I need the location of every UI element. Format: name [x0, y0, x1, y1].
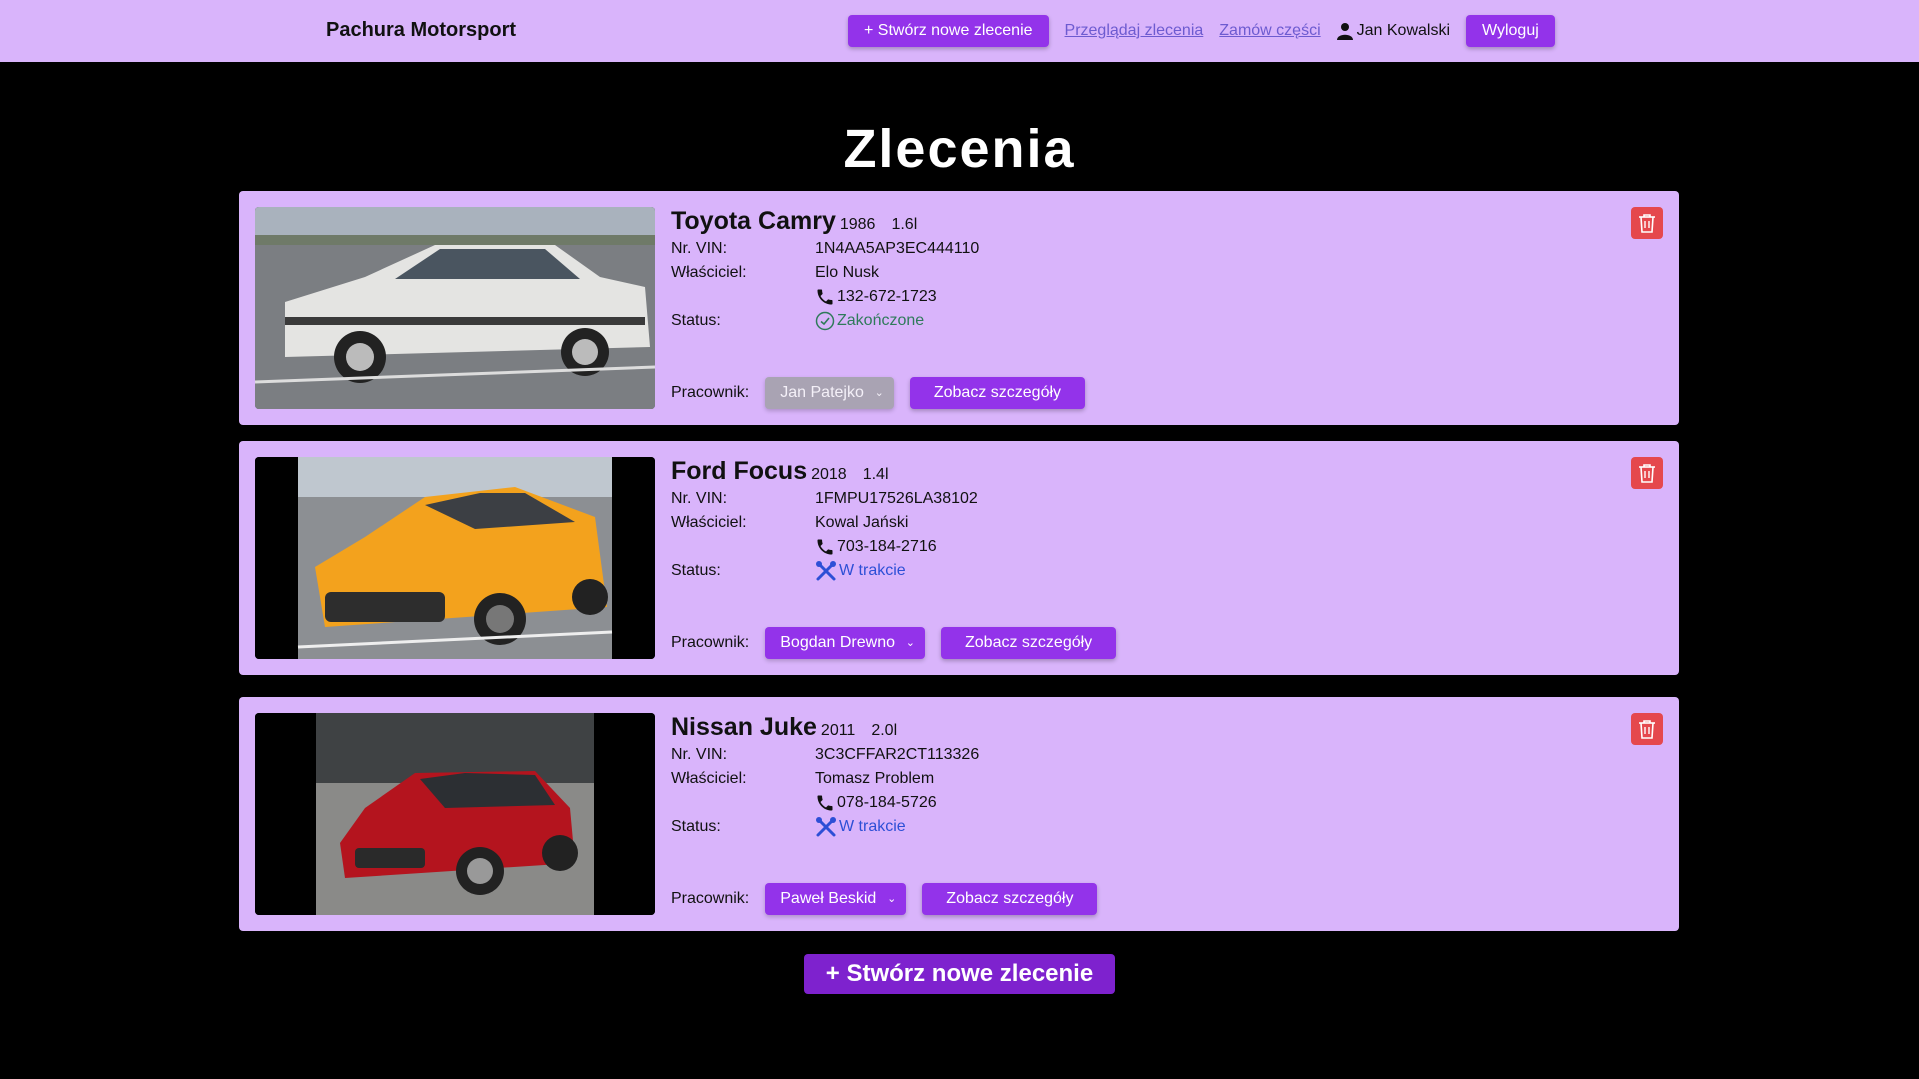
vin-label: Nr. VIN: [671, 490, 728, 507]
order-card: Ford Focus 2018 1.4l Nr. VIN: 1FMPU17526L… [239, 441, 1679, 675]
status-label: Status: [671, 818, 721, 835]
owner-value: Kowal Jański [815, 514, 909, 531]
phone-value: 703-184-2716 [837, 538, 937, 555]
trash-icon [1639, 214, 1655, 233]
car-photo [255, 713, 655, 915]
chevron-down-icon: ⌄ [905, 637, 915, 649]
order-info: Toyota Camry 1986 1.6l Nr. VIN: 1N4AA5AP3… [671, 207, 979, 333]
details-button[interactable]: Zobacz szczegóły [941, 627, 1117, 659]
delete-order-button[interactable] [1631, 713, 1663, 745]
car-name[interactable]: Nissan Juke [671, 713, 817, 742]
vin-label: Nr. VIN: [671, 240, 728, 257]
owner-label: Właściciel: [671, 770, 747, 787]
details-button[interactable]: Zobacz szczegóły [922, 883, 1098, 915]
details-button[interactable]: Zobacz szczegóły [909, 377, 1086, 409]
car-engine: 2.0l [871, 722, 898, 739]
status-value: Zakończone [815, 311, 924, 331]
phone-value: 132-672-1723 [837, 288, 937, 305]
worker-select[interactable]: Paweł Beskid ⌄ [765, 883, 907, 915]
car-year: 2018 [811, 466, 847, 483]
car-engine: 1.4l [862, 466, 889, 483]
worker-select[interactable]: Bogdan Drewno ⌄ [765, 627, 925, 659]
worker-label: Pracownik: [671, 890, 750, 907]
check-circle-icon [815, 311, 835, 331]
worker-row: Pracownik: Jan Patejko ⌄ Zobacz szczegół… [671, 377, 1086, 409]
status-value: W trakcie [815, 560, 906, 582]
status-label: Status: [671, 562, 721, 579]
vin-value: 3C3CFFAR2CT113326 [815, 746, 980, 763]
phone-icon [817, 539, 833, 555]
bottom-create-order-button[interactable]: + Stwórz nowe zlecenie [804, 954, 1115, 994]
owner-label: Właściciel: [671, 514, 747, 531]
page-title: Zlecenia [843, 119, 1076, 179]
vin-label: Nr. VIN: [671, 746, 728, 763]
trash-icon [1639, 464, 1655, 483]
phone-icon [817, 289, 833, 305]
wrench-screwdriver-icon [816, 561, 836, 581]
wrench-screwdriver-icon [816, 817, 836, 837]
worker-label: Pracownik: [671, 634, 750, 651]
logout-button[interactable]: Wyloguj [1466, 15, 1555, 47]
phone-icon [817, 795, 833, 811]
owner-label: Właściciel: [671, 264, 747, 281]
owner-value: Tomasz Problem [815, 770, 935, 787]
car-year: 2011 [820, 722, 856, 739]
worker-row: Pracownik: Paweł Beskid ⌄ Zobacz szczegó… [671, 883, 1098, 915]
phone-value: 078-184-5726 [837, 794, 937, 811]
chevron-down-icon: ⌄ [874, 387, 884, 399]
order-card: Toyota Camry 1986 1.6l Nr. VIN: 1N4AA5AP3… [239, 191, 1679, 425]
delete-order-button[interactable] [1631, 207, 1663, 239]
car-photo [255, 207, 655, 409]
brand-title[interactable]: Pachura Motorsport [326, 19, 516, 42]
delete-order-button[interactable] [1631, 457, 1663, 489]
status-value: W trakcie [815, 816, 906, 838]
user-name: Jan Kowalski [1356, 22, 1451, 39]
owner-phone[interactable]: 132-672-1723 [815, 287, 937, 307]
car-image [255, 713, 655, 915]
car-year: 1986 [839, 216, 876, 233]
current-user[interactable]: Jan Kowalski [1336, 22, 1451, 40]
order-card: Nissan Juke 2011 2.0l Nr. VIN: 3C3CFFAR2C… [239, 697, 1679, 931]
trash-icon [1639, 720, 1655, 739]
top-navbar: Pachura Motorsport + Stwórz nowe zleceni… [0, 0, 1919, 62]
car-name[interactable]: Toyota Camry [671, 207, 836, 236]
status-label: Status: [671, 312, 721, 329]
owner-phone[interactable]: 078-184-5726 [815, 793, 937, 813]
nav-actions: + Stwórz nowe zlecenie Przeglądaj zlecen… [848, 15, 1555, 47]
order-info: Ford Focus 2018 1.4l Nr. VIN: 1FMPU17526L… [671, 457, 978, 583]
owner-phone[interactable]: 703-184-2716 [815, 537, 937, 557]
worker-select: Jan Patejko ⌄ [765, 377, 894, 409]
nav-create-order-button[interactable]: + Stwórz nowe zlecenie [848, 15, 1049, 47]
worker-row: Pracownik: Bogdan Drewno ⌄ Zobacz szczeg… [671, 627, 1117, 659]
browse-orders-link[interactable]: Przeglądaj zlecenia [1065, 22, 1204, 40]
owner-value: Elo Nusk [815, 264, 880, 281]
car-image [255, 457, 655, 659]
vin-value: 1N4AA5AP3EC444110 [815, 240, 980, 257]
car-name[interactable]: Ford Focus [671, 457, 807, 486]
worker-label: Pracownik: [671, 384, 750, 401]
vin-value: 1FMPU17526LA38102 [815, 490, 978, 507]
car-engine: 1.6l [891, 216, 918, 233]
user-icon [1336, 23, 1353, 40]
chevron-down-icon: ⌄ [887, 893, 897, 905]
car-image [255, 207, 655, 409]
order-info: Nissan Juke 2011 2.0l Nr. VIN: 3C3CFFAR2C… [671, 713, 979, 839]
order-parts-link[interactable]: Zamów części [1219, 22, 1320, 40]
car-photo [255, 457, 655, 659]
